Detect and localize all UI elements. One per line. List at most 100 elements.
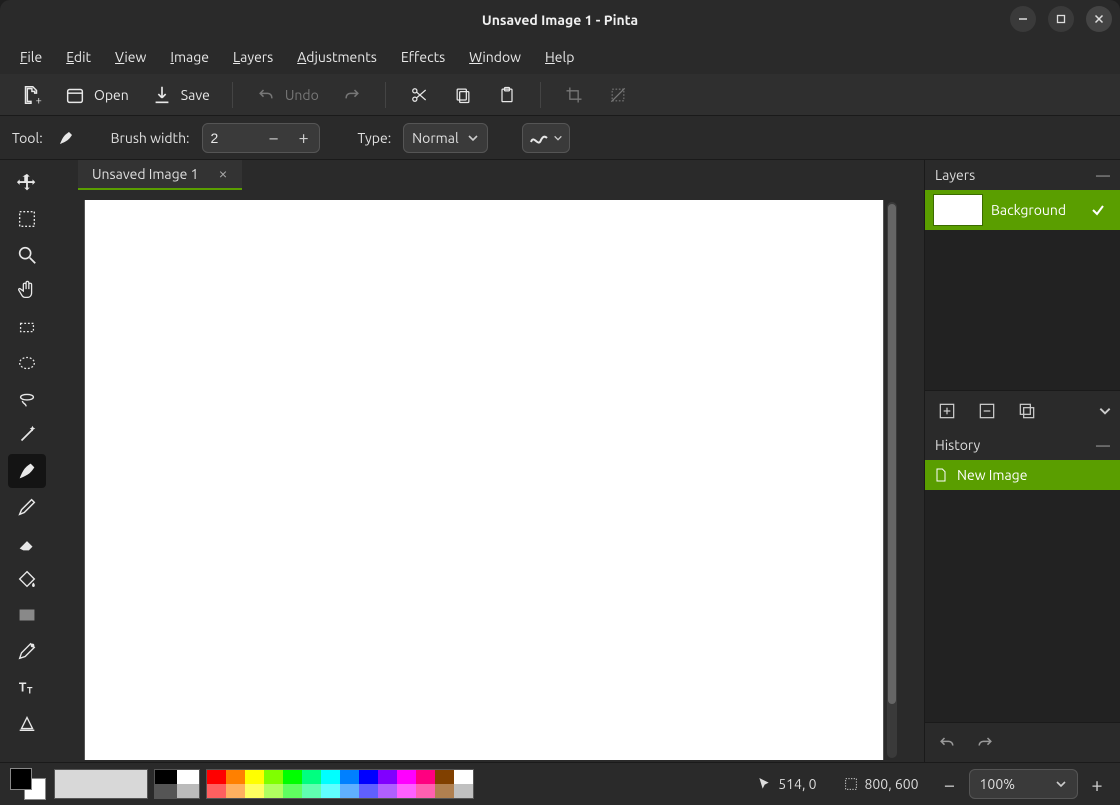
zoom-in-button[interactable]: + (1082, 769, 1112, 799)
history-list: New Image (925, 460, 1120, 722)
color-picker-tool[interactable] (8, 634, 46, 668)
new-file-button[interactable]: + (12, 80, 50, 110)
svg-text:+: + (36, 95, 42, 106)
palette-swatch[interactable] (245, 784, 264, 798)
canvas-viewport[interactable] (54, 190, 924, 762)
magic-wand-tool[interactable] (8, 418, 46, 452)
lasso-tool[interactable] (8, 382, 46, 416)
document-tab[interactable]: Unsaved Image 1 × (78, 160, 242, 190)
palette-swatch[interactable] (264, 784, 283, 798)
history-redo-button[interactable] (975, 733, 995, 753)
palette-swatch[interactable] (207, 770, 226, 784)
palette-swatch[interactable] (359, 784, 378, 798)
zoom-level-dropdown[interactable]: 100% (969, 769, 1078, 799)
open-button[interactable]: Open (56, 80, 137, 110)
history-panel-collapse[interactable]: — (1096, 437, 1110, 453)
zoom-out-button[interactable]: − (935, 769, 965, 799)
menu-view[interactable]: View (105, 45, 156, 69)
brush-width-input[interactable] (203, 130, 259, 146)
palette-swatch[interactable] (264, 770, 283, 784)
history-undo-button[interactable] (937, 733, 957, 753)
brush-width-decrement[interactable]: − (259, 123, 289, 153)
color-palette[interactable] (206, 769, 474, 799)
menu-image[interactable]: Image (160, 45, 219, 69)
palette-swatch[interactable] (245, 770, 264, 784)
crop-button[interactable] (555, 80, 593, 110)
menu-window[interactable]: Window (459, 45, 531, 69)
add-layer-button[interactable] (933, 397, 961, 425)
redo-button[interactable] (333, 80, 371, 110)
brush-width-increment[interactable]: + (289, 123, 319, 153)
layers-more-button[interactable] (1098, 404, 1112, 418)
save-button[interactable]: Save (143, 80, 218, 110)
undo-button[interactable]: Undo (247, 80, 327, 110)
zoom-tool[interactable] (8, 238, 46, 272)
history-item[interactable]: New Image (925, 460, 1120, 490)
vertical-scrollbar[interactable] (887, 202, 897, 758)
menu-edit[interactable]: Edit (56, 45, 101, 69)
stroke-style-dropdown[interactable] (522, 123, 570, 153)
clone-stamp-tool[interactable] (8, 706, 46, 740)
move-tool[interactable] (8, 166, 46, 200)
menu-effects[interactable]: Effects (391, 45, 455, 69)
paintbrush-tool[interactable] (8, 454, 46, 488)
palette-swatch[interactable] (226, 770, 245, 784)
copy-button[interactable] (444, 80, 482, 110)
layer-visibility-toggle[interactable] (1090, 202, 1120, 218)
titlebar: Unsaved Image 1 - Pinta (0, 0, 1120, 40)
menu-layers[interactable]: Layers (223, 45, 283, 69)
palette-swatch[interactable] (283, 770, 302, 784)
palette-swatch[interactable] (207, 784, 226, 798)
bucket-fill-tool[interactable] (8, 562, 46, 596)
palette-swatch[interactable] (416, 784, 435, 798)
palette-swatch[interactable] (226, 784, 245, 798)
palette-swatch[interactable] (340, 784, 359, 798)
palette-swatch[interactable] (302, 784, 321, 798)
palette-swatch[interactable] (454, 770, 473, 784)
palette-swatch[interactable] (397, 770, 416, 784)
duplicate-layer-button[interactable] (1013, 397, 1041, 425)
rectangle-select-tool[interactable] (8, 202, 46, 236)
foreground-color-swatch[interactable] (10, 768, 32, 790)
tab-close-button[interactable]: × (218, 165, 227, 183)
crop-select-tool[interactable] (8, 310, 46, 344)
palette-swatch[interactable] (378, 770, 397, 784)
recent-color-swatch[interactable] (54, 769, 148, 799)
pan-tool[interactable] (8, 274, 46, 308)
eraser-tool[interactable] (8, 526, 46, 560)
scrollbar-thumb[interactable] (888, 204, 896, 704)
layers-panel-collapse[interactable]: — (1096, 167, 1110, 183)
menu-file[interactable]: File (10, 45, 52, 69)
mini-swatches[interactable] (154, 769, 200, 799)
gradient-tool[interactable] (8, 598, 46, 632)
palette-swatch[interactable] (435, 784, 454, 798)
menu-adjustments[interactable]: Adjustments (287, 45, 387, 69)
palette-swatch[interactable] (454, 784, 473, 798)
fg-bg-color-widget[interactable] (8, 766, 48, 802)
text-tool[interactable]: TT (8, 670, 46, 704)
cut-button[interactable] (400, 80, 438, 110)
palette-swatch[interactable] (321, 770, 340, 784)
palette-swatch[interactable] (435, 770, 454, 784)
ellipse-select-tool[interactable] (8, 346, 46, 380)
palette-swatch[interactable] (340, 770, 359, 784)
delete-layer-button[interactable] (973, 397, 1001, 425)
palette-swatch[interactable] (283, 784, 302, 798)
menu-help[interactable]: Help (535, 45, 584, 69)
pencil-tool[interactable] (8, 490, 46, 524)
palette-swatch[interactable] (359, 770, 378, 784)
canvas[interactable] (85, 200, 883, 760)
palette-swatch[interactable] (302, 770, 321, 784)
layer-row[interactable]: Background (925, 190, 1120, 230)
window-maximize-button[interactable] (1048, 6, 1074, 32)
palette-swatch[interactable] (321, 784, 340, 798)
paste-button[interactable] (488, 80, 526, 110)
brush-type-dropdown[interactable]: Normal (403, 123, 487, 153)
palette-swatch[interactable] (378, 784, 397, 798)
palette-swatch[interactable] (416, 770, 435, 784)
window-minimize-button[interactable] (1010, 6, 1036, 32)
deselect-button[interactable] (599, 80, 637, 110)
brush-width-stepper[interactable]: − + (202, 123, 320, 153)
window-close-button[interactable] (1086, 6, 1112, 32)
palette-swatch[interactable] (397, 784, 416, 798)
